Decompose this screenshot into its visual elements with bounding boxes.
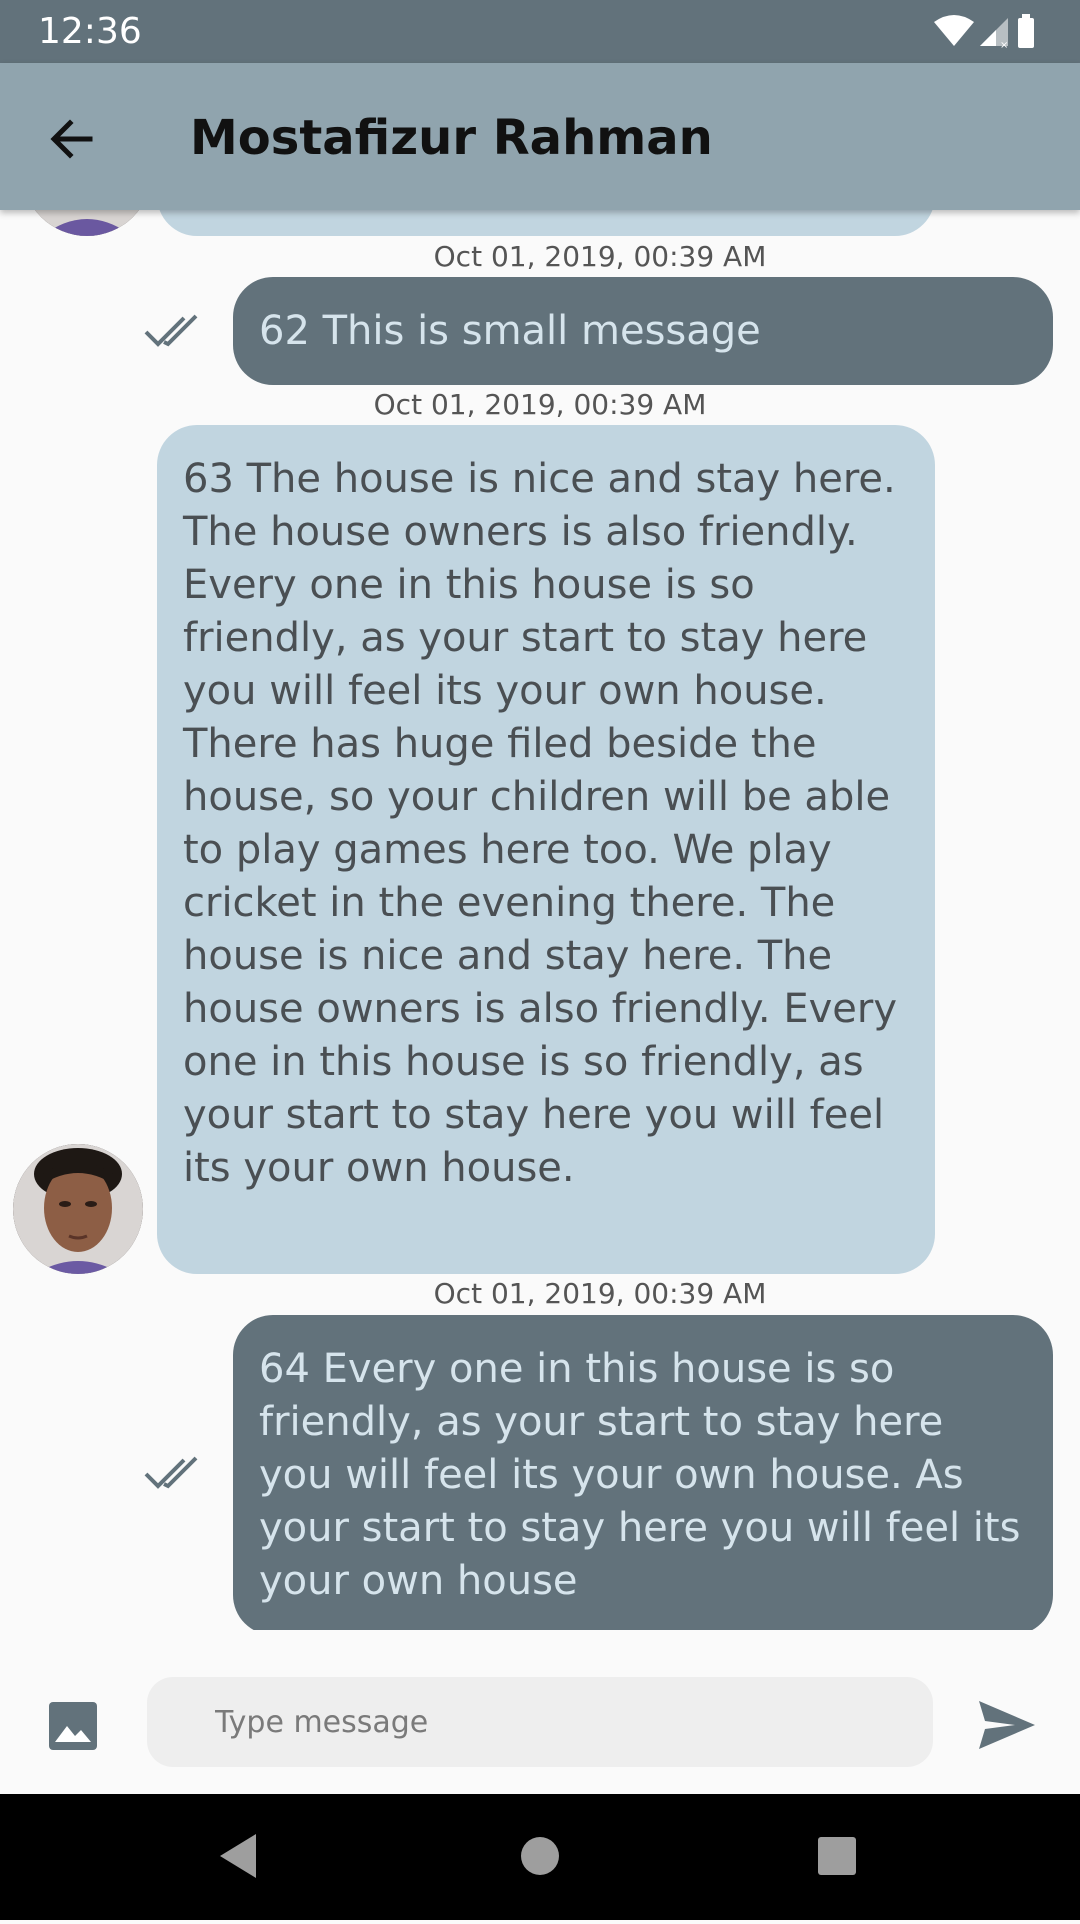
home-circle-icon[interactable] xyxy=(521,1837,559,1875)
status-bar: 12:36 × xyxy=(0,0,1080,63)
message-timestamp: Oct 01, 2019, 00:39 AM xyxy=(373,388,707,421)
avatar[interactable] xyxy=(13,1144,143,1274)
svg-text:×: × xyxy=(1000,40,1008,51)
message-timestamp: Oct 01, 2019, 00:39 AM xyxy=(433,1277,767,1310)
navigation-bar xyxy=(0,1794,1080,1920)
status-icons: × xyxy=(934,12,1044,52)
message-text: 64 Every one in this house is so friendl… xyxy=(259,1346,1021,1604)
message-bubble-outgoing[interactable]: 64 Every one in this house is so friendl… xyxy=(233,1315,1053,1635)
contact-name: Mostafizur Rahman xyxy=(190,110,713,166)
image-icon[interactable] xyxy=(47,1700,99,1752)
message-bubble-outgoing[interactable]: 62 This is small message xyxy=(233,277,1053,385)
status-time: 12:36 xyxy=(38,11,142,52)
recents-square-icon[interactable] xyxy=(818,1837,856,1875)
message-text: 62 This is small message xyxy=(259,308,761,354)
double-check-icon xyxy=(144,312,208,352)
message-timestamp: Oct 01, 2019, 00:39 AM xyxy=(433,240,767,273)
battery-icon xyxy=(1018,14,1034,48)
arrow-back-icon[interactable] xyxy=(44,111,100,167)
wifi-icon xyxy=(934,15,974,46)
send-icon[interactable] xyxy=(975,1697,1039,1753)
double-check-icon xyxy=(144,1454,208,1494)
message-input[interactable] xyxy=(147,1677,933,1767)
signal-icon: × xyxy=(980,18,1008,51)
app-bar: Mostafizur Rahman xyxy=(0,63,1080,210)
message-bubble-incoming[interactable]: 63 The house is nice and stay here. The … xyxy=(157,425,935,1274)
message-text: 63 The house is nice and stay here. The … xyxy=(183,456,897,1191)
back-triangle-icon[interactable] xyxy=(220,1834,256,1878)
